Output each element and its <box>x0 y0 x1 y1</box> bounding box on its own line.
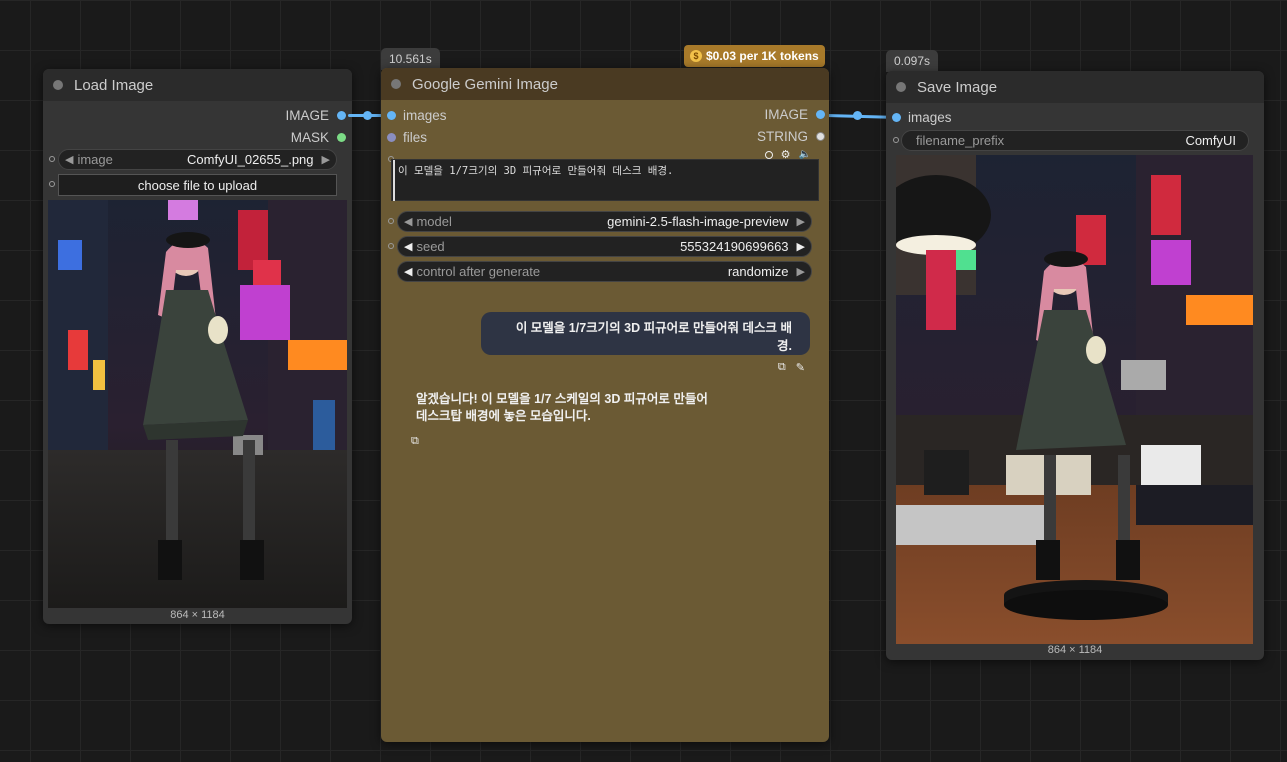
save-image-node[interactable]: Save Image images filename_prefix ComfyU… <box>886 71 1264 660</box>
filename-input-dot[interactable] <box>893 137 899 143</box>
link-knob-2[interactable] <box>853 111 862 120</box>
figure-on-desk-photo <box>896 155 1253 644</box>
output-image-label: IMAGE <box>764 107 808 122</box>
loaded-image-preview <box>48 200 347 608</box>
model-select-widget[interactable]: ◀ model gemini-2.5-flash-image-preview ▶ <box>397 211 812 232</box>
prompt-textarea[interactable]: 이 모델을 1/7크기의 3D 피규어로 만들어줘 데스크 배경. <box>391 159 819 201</box>
saved-image-preview <box>896 155 1253 644</box>
save-timing-badge: 0.097s <box>886 50 939 72</box>
upload-input-dot[interactable] <box>49 181 55 187</box>
output-string-label: STRING <box>756 129 808 144</box>
output-mask-slot[interactable]: MASK <box>291 130 346 145</box>
load-image-header[interactable]: Load Image <box>43 69 352 101</box>
assistant-message-text: 알겠습니다! 이 모델을 1/7 스케일의 3D 피규어로 만들어 데스크탑 배… <box>416 392 708 423</box>
input-files-slot[interactable]: files <box>387 130 427 145</box>
input-images-dot[interactable] <box>387 111 396 120</box>
seed-number-widget[interactable]: ◀ seed 555324190699663 ▶ <box>397 236 812 257</box>
arrow-left-icon[interactable]: ◀ <box>65 153 73 166</box>
price-badge-text: $0.03 per 1K tokens <box>706 49 819 63</box>
prompt-text: 이 모델을 1/7크기의 3D 피규어로 만들어줘 데스크 배경. <box>398 165 674 177</box>
load-image-title: Load Image <box>74 76 154 94</box>
arrow-right-icon[interactable]: ▶ <box>322 153 330 166</box>
input-images-label: images <box>908 110 952 125</box>
control-after-generate-widget[interactable]: ◀ control after generate randomize ▶ <box>397 261 812 282</box>
input-images-label: images <box>403 108 447 123</box>
model-input-dot[interactable] <box>388 218 394 224</box>
circle-icon[interactable] <box>764 150 773 159</box>
user-message-text: 이 모델을 1/7크기의 3D 피규어로 만들어줘 데스크 배경. <box>515 321 792 353</box>
price-badge: $ $0.03 per 1K tokens <box>684 45 825 67</box>
arrow-right-icon[interactable]: ▶ <box>797 215 805 228</box>
input-files-dot[interactable] <box>387 133 396 142</box>
choose-file-button[interactable]: choose file to upload <box>58 174 337 196</box>
arrow-left-icon[interactable]: ◀ <box>404 240 412 253</box>
output-image-label: IMAGE <box>285 108 329 123</box>
filename-prefix-value: ComfyUI <box>1185 133 1236 148</box>
output-string-slot[interactable]: STRING <box>757 129 825 144</box>
save-image-dimensions: 864 × 1184 <box>1047 644 1103 656</box>
seed-input-dot[interactable] <box>388 243 394 249</box>
gemini-title: Google Gemini Image <box>412 75 558 93</box>
seed-value: 555324190699663 <box>680 239 789 254</box>
input-images-dot[interactable] <box>892 113 901 122</box>
arrow-right-icon[interactable]: ▶ <box>797 240 805 253</box>
edit-pencil-icon[interactable]: ✎ <box>796 361 805 374</box>
output-mask-label: MASK <box>290 130 329 145</box>
filename-prefix-label: filename_prefix <box>916 133 1005 148</box>
copy-icon[interactable]: ⧉ <box>411 435 419 448</box>
collapse-dot-icon[interactable] <box>896 82 906 92</box>
image-select-widget[interactable]: ◀ image ComfyUI_02655_.png ▶ <box>58 149 337 170</box>
user-message-actions: ⧉ ✎ <box>778 361 805 374</box>
load-image-node[interactable]: Load Image IMAGE MASK ◀ image ComfyUI_02… <box>43 69 352 624</box>
output-image-slot[interactable]: IMAGE <box>285 108 346 123</box>
arrow-right-icon[interactable]: ▶ <box>797 265 805 278</box>
coin-icon: $ <box>690 50 702 62</box>
image-widget-value: ComfyUI_02655_.png <box>187 152 314 167</box>
google-gemini-image-node[interactable]: Google Gemini Image images files IMAGE S… <box>381 68 829 742</box>
output-image-dot[interactable] <box>816 110 825 119</box>
widget-input-dot[interactable] <box>49 156 55 162</box>
control-after-generate-value: randomize <box>727 264 789 279</box>
gemini-timing-badge: 10.561s <box>381 48 440 70</box>
input-files-label: files <box>403 130 428 145</box>
city-street-photo <box>48 200 347 608</box>
seed-label: seed <box>416 239 445 254</box>
arrow-left-icon[interactable]: ◀ <box>404 215 412 228</box>
text-caret <box>393 160 395 201</box>
image-widget-label: image <box>77 152 113 167</box>
input-images-slot[interactable]: images <box>892 110 952 125</box>
load-image-dimensions: 864 × 1184 <box>170 609 225 621</box>
save-image-header[interactable]: Save Image <box>886 71 1264 103</box>
assistant-message: 알겠습니다! 이 모델을 1/7 스케일의 3D 피규어로 만들어 데스크탑 배… <box>416 391 716 425</box>
save-image-title: Save Image <box>917 78 998 96</box>
copy-icon[interactable]: ⧉ <box>778 361 786 374</box>
model-label: model <box>416 214 452 229</box>
output-image-dot[interactable] <box>337 111 346 120</box>
control-after-generate-label: control after generate <box>416 264 541 279</box>
collapse-dot-icon[interactable] <box>391 79 401 89</box>
output-string-dot[interactable] <box>816 132 825 141</box>
output-mask-dot[interactable] <box>337 133 346 142</box>
collapse-dot-icon[interactable] <box>53 80 63 90</box>
input-images-slot[interactable]: images <box>387 108 447 123</box>
arrow-left-icon[interactable]: ◀ <box>404 265 412 278</box>
gemini-header[interactable]: Google Gemini Image <box>381 68 829 100</box>
filename-prefix-widget[interactable]: filename_prefix ComfyUI <box>901 130 1249 151</box>
link-knob-1[interactable] <box>363 111 372 120</box>
model-value: gemini-2.5-flash-image-preview <box>607 214 789 229</box>
output-image-slot[interactable]: IMAGE <box>764 107 825 122</box>
user-chat-bubble: 이 모델을 1/7크기의 3D 피규어로 만들어줘 데스크 배경. <box>481 312 810 355</box>
